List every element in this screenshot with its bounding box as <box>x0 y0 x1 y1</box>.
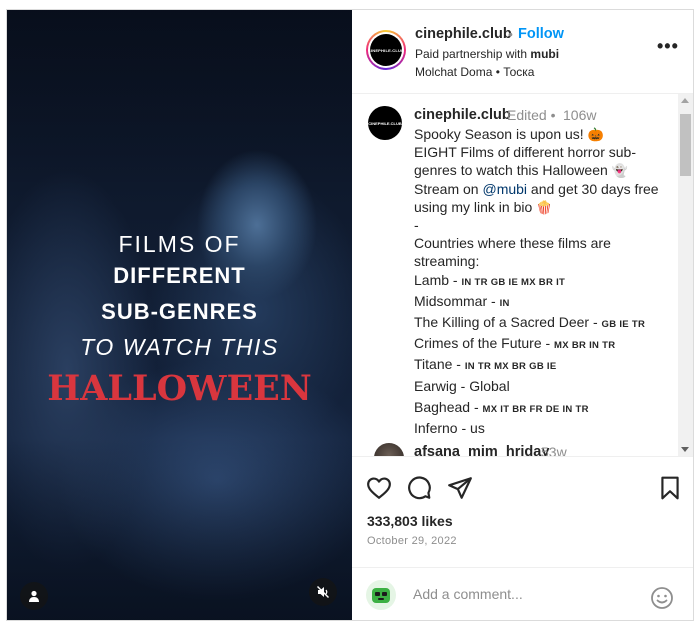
header-separator: • <box>508 26 513 42</box>
film-countries: GB IE TR <box>601 319 646 331</box>
emoji-picker-button[interactable] <box>650 586 674 610</box>
scroll-down-arrow-icon[interactable] <box>681 447 689 452</box>
media-title-line-2: DIFFERENT <box>113 263 246 288</box>
film-countries: IN TR GB IE MX BR IT <box>461 276 566 288</box>
caption-line-text: Stream on <box>414 180 483 197</box>
comment-bubble-icon <box>408 476 431 500</box>
film-line: The Killing of a Sacred Deer - GB IE TR <box>414 313 676 334</box>
film-line: Earwig - Global <box>414 377 676 398</box>
add-comment-bar <box>352 567 693 620</box>
post-side-panel: CINEPHILE.CLUB cinephile.club • Follow P… <box>352 10 693 620</box>
comments-area[interactable]: CINEPHILE.CLUB cinephile.club Edited • 1… <box>352 94 678 456</box>
film-title: Midsommar - <box>414 292 500 309</box>
film-title: Titane - <box>414 356 465 373</box>
caption-line: - <box>414 217 419 234</box>
film-title: Crimes of the Future - <box>414 335 555 352</box>
film-countries: MX IT BR FR DE IN TR <box>482 403 589 415</box>
caption-line-text: genres to watch this Halloween <box>414 162 608 179</box>
comment-button[interactable] <box>406 475 432 501</box>
comments-scrollbar[interactable] <box>678 94 693 456</box>
partner-link[interactable]: mubi <box>530 47 559 61</box>
caption-text: Spooky Season is upon us! 🎃 EIGHT Films … <box>414 125 676 440</box>
film-title: Inferno - us <box>414 420 485 437</box>
commenter-username[interactable]: afsana_mim_hriday <box>414 444 549 456</box>
post-media[interactable]: FILMS OF DIFFERENT SUB-GENRES TO WATCH T… <box>7 10 352 620</box>
comment-timestamp[interactable]: 53w <box>541 444 567 456</box>
caption-line-text: and get 30 days free <box>527 180 659 197</box>
paper-plane-icon <box>448 477 472 499</box>
caption-edited-label: Edited • <box>507 107 556 123</box>
caption-line: streaming: <box>414 253 480 270</box>
user-tag-icon <box>29 590 39 602</box>
caption-author-username[interactable]: cinephile.club <box>414 107 511 123</box>
bookmark-icon <box>661 476 679 500</box>
caption-author-avatar[interactable]: CINEPHILE.CLUB <box>368 106 402 140</box>
film-title: The Killing of a Sacred Deer - <box>414 314 602 331</box>
scroll-thumb[interactable] <box>680 114 691 176</box>
media-title-line-4: TO WATCH THIS <box>80 334 279 360</box>
film-countries: MX BR IN TR <box>554 340 616 352</box>
likes-count[interactable]: 333,803 likes <box>367 513 453 529</box>
pumpkin-emoji: 🎃 <box>587 127 604 142</box>
heart-icon <box>367 477 391 499</box>
caption-timestamp[interactable]: 106w <box>563 107 596 123</box>
film-line: Crimes of the Future - MX BR IN TR <box>414 334 676 355</box>
ghost-emoji: 👻 <box>611 163 628 179</box>
popcorn-emoji: 🍿 <box>536 199 553 215</box>
author-username[interactable]: cinephile.club <box>415 26 512 42</box>
film-line: Baghead - MX IT BR FR DE IN TR <box>414 398 676 419</box>
author-avatar-logo: CINEPHILE.CLUB <box>368 34 404 66</box>
caption-line-text: using my link in bio <box>414 198 533 215</box>
commenter-avatar[interactable] <box>374 443 404 456</box>
like-button[interactable] <box>366 475 392 501</box>
caption-line: Countries where these films are <box>414 235 611 252</box>
film-line: Titane - IN TR MX BR GB IE <box>414 355 676 376</box>
paid-partnership-label: Paid partnership with mubi <box>415 47 559 61</box>
post-date[interactable]: October 29, 2022 <box>367 535 457 547</box>
avatar-ring-inner: CINEPHILE.CLUB <box>368 32 404 68</box>
media-title-line-3: SUB-GENRES <box>101 299 258 324</box>
follow-button[interactable]: Follow <box>518 26 564 42</box>
film-countries: IN TR MX BR GB IE <box>464 361 557 373</box>
save-button[interactable] <box>657 475 683 501</box>
more-options-button[interactable]: ••• <box>657 36 679 57</box>
caption-line-text: Spooky Season is upon us! <box>414 126 584 142</box>
caption-line: EIGHT Films of different horror sub- <box>414 144 636 161</box>
film-title: Earwig - Global <box>414 377 510 394</box>
film-countries: IN <box>499 297 510 309</box>
share-button[interactable] <box>447 475 473 501</box>
post-header: CINEPHILE.CLUB cinephile.club • Follow P… <box>352 10 693 94</box>
caption-line: Stream on @mubi and get 30 days free <box>414 180 676 198</box>
comment-input[interactable] <box>413 582 633 606</box>
film-line: Inferno - us <box>414 419 676 440</box>
caption-line: genres to watch this Halloween 👻 <box>414 161 676 179</box>
film-line: Lamb - IN TR GB IE MX BR IT <box>414 271 676 292</box>
caption-line: using my link in bio 🍿 <box>414 198 676 216</box>
film-title: Baghead - <box>414 398 483 415</box>
mute-button[interactable] <box>309 578 337 606</box>
film-line: Midsommar - IN <box>414 292 676 313</box>
user-tag-button[interactable] <box>20 582 48 610</box>
scroll-up-arrow-icon[interactable] <box>681 98 689 103</box>
emoji-avatar-icon[interactable] <box>366 580 396 610</box>
smiley-icon <box>651 587 673 609</box>
media-title-line-1: FILMS OF <box>118 231 241 257</box>
audio-track-link[interactable]: Molchat Doma • Тоска <box>415 65 534 79</box>
speaker-muted-icon <box>317 586 329 598</box>
partnership-prefix: Paid partnership with <box>415 47 531 61</box>
caption-line: Spooky Season is upon us! 🎃 <box>414 125 676 143</box>
film-title: Lamb - <box>414 271 462 288</box>
mubi-mention-link[interactable]: @mubi <box>482 181 527 197</box>
post-dialog: FILMS OF DIFFERENT SUB-GENRES TO WATCH T… <box>6 9 694 621</box>
media-title-line-5: HALLOWEEN <box>47 368 312 409</box>
emoji-avatar-face-icon <box>372 588 390 603</box>
author-avatar[interactable]: CINEPHILE.CLUB <box>366 30 406 70</box>
